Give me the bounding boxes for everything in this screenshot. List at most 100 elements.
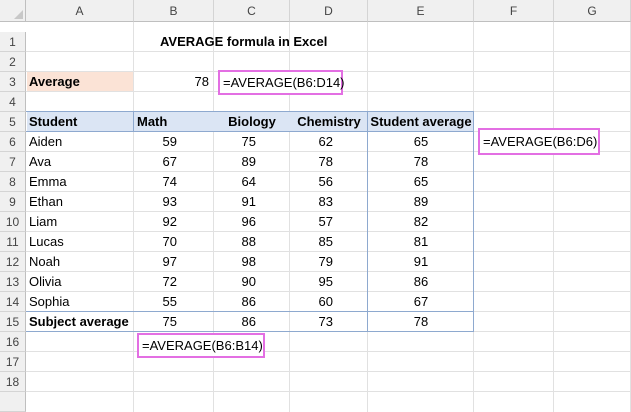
column-header-g[interactable]: G — [554, 0, 631, 22]
row-header-15[interactable]: 15 — [0, 312, 26, 332]
biology-average[interactable]: 86 — [214, 312, 261, 332]
row-header-1[interactable]: 1 — [0, 32, 26, 52]
chemistry-score[interactable]: 56 — [290, 172, 338, 192]
row-header-3[interactable]: 3 — [0, 72, 26, 92]
student-average[interactable]: 78 — [368, 152, 474, 172]
gridline — [26, 391, 631, 392]
math-score[interactable]: 59 — [134, 132, 182, 152]
math-score[interactable]: 72 — [134, 272, 182, 292]
student-name[interactable]: Liam — [26, 212, 134, 232]
row-header-8[interactable]: 8 — [0, 172, 26, 192]
chemistry-average[interactable]: 73 — [290, 312, 338, 332]
math-average[interactable]: 75 — [134, 312, 182, 332]
chemistry-score[interactable]: 78 — [290, 152, 338, 172]
row-header-9[interactable]: 9 — [0, 192, 26, 212]
student-name[interactable]: Aiden — [26, 132, 134, 152]
gridline — [26, 371, 631, 372]
row-header-5[interactable]: 5 — [0, 112, 26, 132]
chemistry-score[interactable]: 95 — [290, 272, 338, 292]
student-name[interactable]: Ethan — [26, 192, 134, 212]
table-border — [133, 111, 134, 132]
student-name[interactable]: Ava — [26, 152, 134, 172]
student-average[interactable]: 86 — [368, 272, 474, 292]
column-header-d[interactable]: D — [290, 0, 368, 22]
math-score[interactable]: 74 — [134, 172, 182, 192]
math-score[interactable]: 70 — [134, 232, 182, 252]
row-header-10[interactable]: 10 — [0, 212, 26, 232]
row-header-13[interactable]: 13 — [0, 272, 26, 292]
biology-score[interactable]: 89 — [214, 152, 261, 172]
student-average[interactable]: 89 — [368, 192, 474, 212]
gridline — [553, 22, 554, 412]
select-all-corner[interactable] — [0, 0, 26, 22]
biology-score[interactable]: 86 — [214, 292, 261, 312]
math-score[interactable]: 67 — [134, 152, 182, 172]
chemistry-score[interactable]: 79 — [290, 252, 338, 272]
row-header-7[interactable]: 7 — [0, 152, 26, 172]
column-header-f[interactable]: F — [474, 0, 554, 22]
row-header-12[interactable]: 12 — [0, 252, 26, 272]
biology-score[interactable]: 98 — [214, 252, 261, 272]
math-score[interactable]: 92 — [134, 212, 182, 232]
student-average[interactable]: 91 — [368, 252, 474, 272]
biology-score[interactable]: 88 — [214, 232, 261, 252]
student-average-formula-callout: =AVERAGE(B6:D6) — [478, 128, 600, 155]
table-border — [26, 111, 474, 112]
table-border — [26, 331, 474, 332]
header-math[interactable]: Math — [134, 112, 214, 132]
chemistry-score[interactable]: 62 — [290, 132, 338, 152]
row-header-2[interactable]: 2 — [0, 52, 26, 72]
row-header-17[interactable]: 17 — [0, 352, 26, 372]
student-name[interactable]: Emma — [26, 172, 134, 192]
header-chemistry[interactable]: Chemistry — [290, 112, 368, 132]
row-header-14[interactable]: 14 — [0, 292, 26, 312]
row-header-16[interactable]: 16 — [0, 332, 26, 352]
gridline — [26, 351, 631, 352]
spreadsheet: A B C D E F G 1 2 3 4 5 6 7 8 9 10 11 12… — [0, 0, 631, 412]
biology-score[interactable]: 90 — [214, 272, 261, 292]
subject-average-formula-callout: =AVERAGE(B6:B14) — [137, 333, 265, 358]
row-header-11[interactable]: 11 — [0, 232, 26, 252]
column-header-a[interactable]: A — [26, 0, 134, 22]
math-score[interactable]: 97 — [134, 252, 182, 272]
math-score[interactable]: 55 — [134, 292, 182, 312]
row-header-18[interactable]: 18 — [0, 372, 26, 392]
average-label[interactable]: Average — [26, 72, 134, 92]
biology-score[interactable]: 64 — [214, 172, 261, 192]
overall-student-average[interactable]: 78 — [368, 312, 474, 332]
chemistry-score[interactable]: 83 — [290, 192, 338, 212]
header-student[interactable]: Student — [26, 112, 134, 132]
column-header-c[interactable]: C — [214, 0, 290, 22]
column-header-e[interactable]: E — [368, 0, 474, 22]
chemistry-score[interactable]: 57 — [290, 212, 338, 232]
student-name[interactable]: Sophia — [26, 292, 134, 312]
biology-score[interactable]: 91 — [214, 192, 261, 212]
header-biology[interactable]: Biology — [214, 112, 290, 132]
column-header-b[interactable]: B — [134, 0, 214, 22]
table-border — [26, 311, 474, 312]
biology-score[interactable]: 96 — [214, 212, 261, 232]
student-average[interactable]: 65 — [368, 132, 474, 152]
student-name[interactable]: Olivia — [26, 272, 134, 292]
chemistry-score[interactable]: 60 — [290, 292, 338, 312]
student-average[interactable]: 81 — [368, 232, 474, 252]
student-average[interactable]: 67 — [368, 292, 474, 312]
table-border — [367, 111, 368, 332]
student-name[interactable]: Lucas — [26, 232, 134, 252]
header-student-average[interactable]: Student average — [368, 112, 474, 132]
select-all-icon — [14, 10, 23, 19]
chemistry-score[interactable]: 85 — [290, 232, 338, 252]
math-score[interactable]: 93 — [134, 192, 182, 212]
row-header-6[interactable]: 6 — [0, 132, 26, 152]
student-average[interactable]: 82 — [368, 212, 474, 232]
average-value[interactable]: 78 — [134, 72, 214, 92]
biology-score[interactable]: 75 — [214, 132, 261, 152]
student-name[interactable]: Noah — [26, 252, 134, 272]
overall-average-formula-callout: =AVERAGE(B6:D14) — [218, 70, 345, 95]
table-border — [473, 111, 474, 332]
row-header-4[interactable]: 4 — [0, 92, 26, 112]
table-border — [26, 131, 474, 132]
student-average[interactable]: 65 — [368, 172, 474, 192]
sheet-title[interactable]: AVERAGE formula in Excel — [160, 32, 420, 52]
row-header-19-partial — [0, 392, 26, 412]
